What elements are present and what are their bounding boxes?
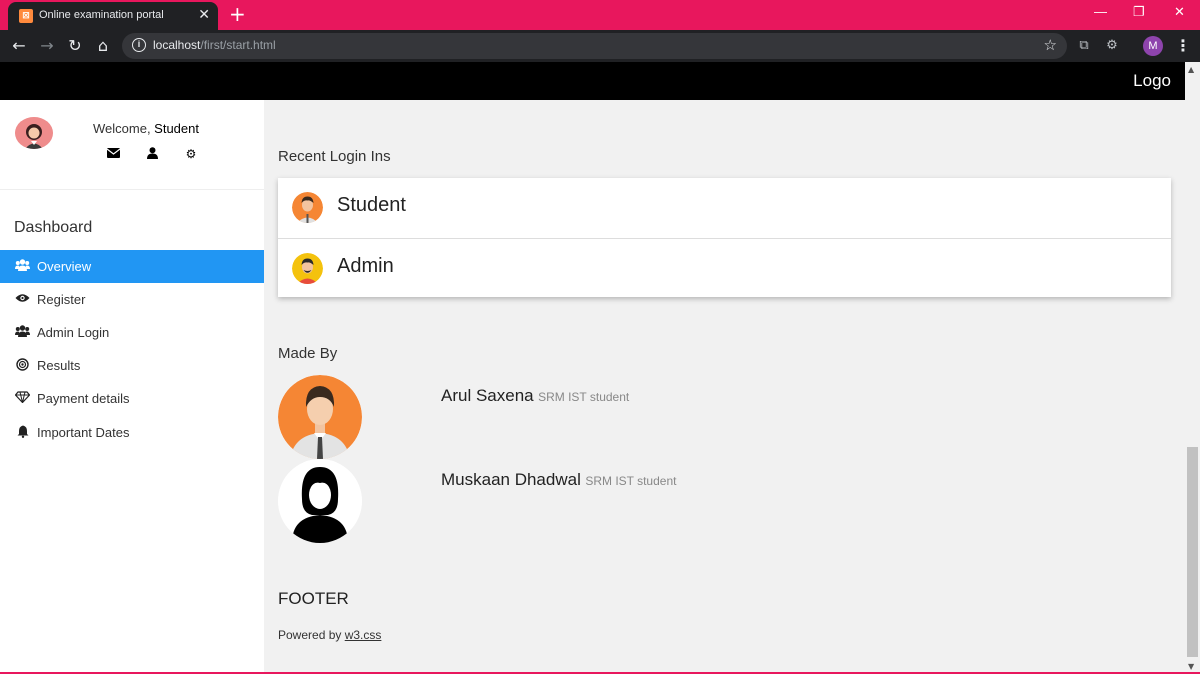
sidebar: Welcome, Student ⚙ Dashboard Overview Re… — [0, 100, 264, 674]
sidebar-divider — [0, 189, 264, 190]
welcome-text: Welcome, Student — [93, 121, 199, 136]
eye-icon — [15, 292, 30, 307]
recent-logins-title: Recent Login Ins — [278, 148, 391, 165]
sidebar-item-label: Payment details — [37, 391, 130, 406]
url-text[interactable]: localhost/first/start.html — [153, 38, 276, 52]
sidebar-item-label: Results — [37, 358, 81, 373]
logo: Logo — [1133, 71, 1171, 90]
url-host: localhost — [153, 38, 201, 52]
minimize-button[interactable]: — — [1094, 4, 1107, 19]
scrollbar-thumb[interactable] — [1187, 447, 1198, 657]
browser-tab[interactable]: ⊠ Online examination portal ✕ — [8, 2, 218, 30]
url-path: /first/start.html — [200, 38, 276, 52]
sidebar-item-label: Important Dates — [37, 425, 130, 440]
footer-powered-by: Powered by w3.css — [278, 628, 381, 642]
main-content: Recent Login Ins Student Admin Made By A… — [264, 100, 1185, 674]
arul-avatar-icon — [278, 375, 362, 459]
back-arrow-icon[interactable]: ← — [9, 36, 29, 56]
extension-icon[interactable]: ⧉ — [1076, 38, 1092, 54]
browser-toolbar: ← → ↻ ⌂ i localhost/first/start.html ☆ ⧉… — [0, 30, 1200, 62]
login-row-admin[interactable]: Admin — [278, 238, 1171, 298]
xampp-favicon-icon: ⊠ — [19, 9, 33, 23]
sidebar-item-label: Overview — [37, 259, 92, 274]
w3css-link[interactable]: w3.css — [345, 628, 382, 642]
maker-arul: Arul Saxena SRM IST student — [441, 386, 629, 406]
users-icon — [15, 325, 30, 340]
settings-gear-icon[interactable]: ⚙ — [184, 147, 198, 161]
user-avatar-icon — [15, 117, 53, 149]
new-tab-button[interactable]: + — [229, 3, 246, 25]
extension-gear-icon[interactable]: ⚙ — [1104, 38, 1120, 54]
footer-powered-prefix: Powered by — [278, 628, 345, 642]
users-icon — [15, 259, 30, 274]
sidebar-item-overview[interactable]: Overview — [0, 250, 264, 283]
address-bar[interactable]: i localhost/first/start.html ☆ — [122, 33, 1067, 59]
reload-icon[interactable]: ↻ — [65, 36, 85, 56]
maker-role: SRM IST student — [538, 390, 630, 404]
sidebar-item-admin-login[interactable]: Admin Login — [0, 316, 264, 349]
sidebar-item-label: Register — [37, 292, 86, 307]
sidebar-item-label: Admin Login — [37, 325, 110, 340]
profile-avatar[interactable]: M — [1143, 36, 1163, 56]
scroll-down-arrow-icon[interactable]: ▼ — [1188, 662, 1194, 671]
sidebar-item-payment-details[interactable]: Payment details — [0, 382, 264, 415]
tab-title: Online examination portal — [39, 9, 164, 21]
maker-name: Muskaan Dhadwal — [441, 470, 581, 489]
muskaan-avatar-icon — [278, 459, 362, 543]
tab-close-icon[interactable]: ✕ — [198, 7, 210, 23]
restore-button[interactable]: ❐ — [1133, 4, 1145, 20]
forward-arrow-icon[interactable]: → — [37, 36, 57, 56]
maker-muskaan: Muskaan Dhadwal SRM IST student — [441, 470, 676, 490]
login-name: Admin — [337, 255, 394, 277]
home-icon[interactable]: ⌂ — [93, 36, 113, 56]
bell-icon — [15, 425, 30, 440]
dashboard-title: Dashboard — [14, 219, 93, 236]
recent-logins-card: Student Admin — [278, 178, 1171, 297]
page-topbar: Logo — [0, 62, 1185, 100]
student-avatar-icon — [292, 192, 323, 223]
scroll-up-arrow-icon[interactable]: ▲ — [1188, 65, 1194, 74]
made-by-title: Made By — [278, 345, 338, 362]
sidebar-item-important-dates[interactable]: Important Dates — [0, 416, 264, 449]
maker-name: Arul Saxena — [441, 386, 534, 405]
page-scrollbar[interactable]: ▲ ▼ — [1185, 62, 1200, 674]
sidebar-item-register[interactable]: Register — [0, 283, 264, 316]
browser-menu-icon[interactable]: ⋮ — [1175, 36, 1191, 55]
welcome-user-name: Student — [154, 121, 199, 136]
site-info-icon[interactable]: i — [132, 38, 146, 52]
sidebar-item-results[interactable]: Results — [0, 349, 264, 382]
maker-role: SRM IST student — [585, 474, 677, 488]
login-row-student[interactable]: Student — [278, 178, 1171, 238]
login-name: Student — [337, 194, 406, 216]
window-close-button[interactable]: ✕ — [1174, 4, 1185, 20]
diamond-icon — [14, 391, 31, 406]
bookmark-star-icon[interactable]: ☆ — [1044, 36, 1057, 54]
admin-avatar-icon — [292, 253, 323, 284]
user-icon[interactable] — [145, 147, 159, 161]
footer-title: FOOTER — [278, 589, 349, 608]
welcome-prefix: Welcome, — [93, 121, 155, 136]
bullseye-icon — [15, 358, 30, 373]
browser-tabstrip: ⊠ Online examination portal ✕ + — ❐ ✕ — [0, 0, 1200, 30]
envelope-icon[interactable] — [106, 147, 120, 161]
